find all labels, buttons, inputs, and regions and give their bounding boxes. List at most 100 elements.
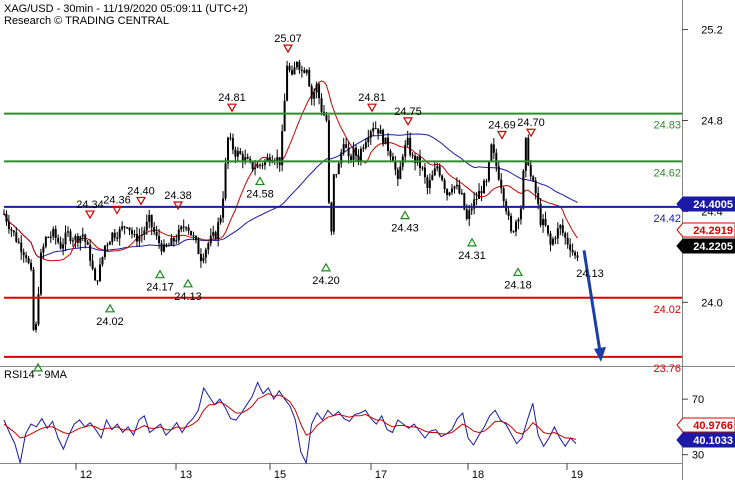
candle-body xyxy=(148,214,151,222)
candle-body xyxy=(295,62,298,68)
candle-body xyxy=(256,164,259,168)
candle-body xyxy=(27,258,30,263)
candle-body xyxy=(108,242,111,245)
marker-label: 24.70 xyxy=(517,117,545,129)
marker-label: 24.18 xyxy=(504,279,532,291)
candle-body xyxy=(170,238,173,246)
candle-body xyxy=(532,176,535,181)
candle-body xyxy=(517,219,520,222)
candle-body xyxy=(32,269,35,330)
candle-body xyxy=(101,256,104,265)
candle-body xyxy=(99,264,101,281)
candle-body xyxy=(564,232,567,238)
candle-body xyxy=(566,237,569,245)
candle-body xyxy=(500,179,503,189)
candle-body xyxy=(133,234,136,236)
y-tick-label: 24.8 xyxy=(701,115,722,127)
marker-label: 24.38 xyxy=(164,190,192,202)
chart-subtitle: Research © TRADING CENTRAL xyxy=(4,15,169,27)
candle-body xyxy=(35,324,37,330)
candle-body xyxy=(150,214,153,228)
candle-body xyxy=(377,128,380,134)
candle-body xyxy=(342,144,345,153)
rsi-y-tick-label: 70 xyxy=(692,394,704,406)
candle-body xyxy=(259,164,261,166)
rsi-box-label: 40.1033 xyxy=(693,435,733,447)
candle-body xyxy=(177,229,180,241)
candle-body xyxy=(158,235,161,244)
price-box: 24.2919 xyxy=(676,222,735,238)
marker-label: 24.20 xyxy=(312,275,340,287)
candle-body xyxy=(74,235,77,241)
candle-body xyxy=(431,175,434,181)
candle-body xyxy=(300,69,303,71)
candle-body xyxy=(84,234,87,243)
candle-body xyxy=(426,177,429,188)
candle-body xyxy=(387,137,389,151)
candle-body xyxy=(428,180,431,188)
candle-body xyxy=(313,92,316,99)
candle-body xyxy=(155,232,158,236)
marker-label: 24.02 xyxy=(96,316,124,328)
candle-body xyxy=(576,255,579,258)
candle-body xyxy=(160,243,163,252)
candle-body xyxy=(433,168,436,176)
candle-body xyxy=(172,238,175,242)
candle-body xyxy=(478,190,481,199)
candle-body xyxy=(519,208,522,220)
candle-body xyxy=(374,127,377,129)
marker-label: 24.13 xyxy=(174,291,202,303)
marker-label: 24.81 xyxy=(218,92,246,104)
candle-body xyxy=(364,142,367,148)
candle-body xyxy=(251,161,254,169)
candle-body xyxy=(239,151,242,155)
candle-body xyxy=(308,69,311,87)
candle-body xyxy=(453,186,456,189)
candle-body xyxy=(318,84,321,99)
candle-body xyxy=(227,137,229,164)
candle-body xyxy=(96,280,99,282)
candle-body xyxy=(153,227,156,233)
candle-body xyxy=(298,62,301,70)
target-label: 24.13 xyxy=(576,268,604,280)
candle-body xyxy=(465,209,468,219)
candle-body xyxy=(483,180,485,194)
candle-body xyxy=(217,222,220,239)
candle-body xyxy=(554,238,557,240)
candle-body xyxy=(39,252,42,295)
candle-body xyxy=(42,246,45,253)
candle-body xyxy=(487,161,490,181)
candle-body xyxy=(76,235,79,243)
candle-body xyxy=(165,244,168,246)
candle-body xyxy=(123,226,126,228)
candle-body xyxy=(283,100,286,132)
candle-body xyxy=(111,232,114,243)
candle-body xyxy=(187,227,190,231)
marker-label: 24.17 xyxy=(146,282,174,294)
candle-body xyxy=(492,144,495,153)
candle-body xyxy=(559,225,562,229)
candle-body xyxy=(551,239,554,245)
candle-body xyxy=(131,230,133,235)
marker-label: 24.34 xyxy=(76,199,104,211)
rsi-panel-title: RSI14 - 9MA xyxy=(4,369,68,381)
candle-body xyxy=(549,233,552,245)
x-tick-label: 15 xyxy=(274,469,286,480)
x-tick-label: 13 xyxy=(180,469,192,480)
candle-body xyxy=(138,235,141,242)
rsi-box: 40.1033 xyxy=(676,432,735,448)
candle-body xyxy=(421,167,424,169)
candle-body xyxy=(30,262,33,270)
candle-body xyxy=(542,219,545,226)
marker-label: 24.81 xyxy=(358,92,386,104)
price-box-label: 24.2205 xyxy=(693,241,733,253)
candle-body xyxy=(480,190,483,194)
candle-body xyxy=(384,137,387,145)
candle-body xyxy=(59,242,62,249)
candle-body xyxy=(569,244,572,251)
candle-body xyxy=(17,241,20,243)
candle-body xyxy=(332,174,335,232)
candle-body xyxy=(468,210,471,219)
candle-body xyxy=(409,137,412,155)
candle-body xyxy=(458,184,461,194)
